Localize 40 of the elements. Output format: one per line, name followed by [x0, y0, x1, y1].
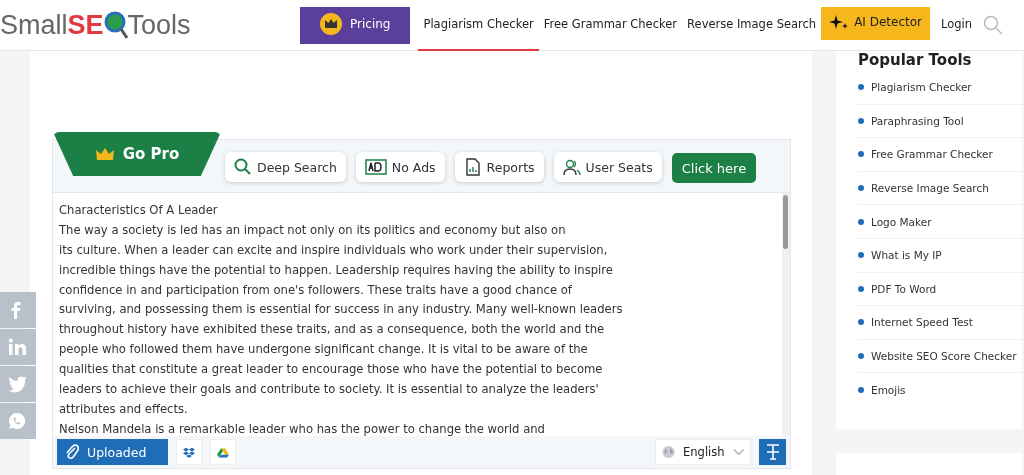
nav-link[interactable]: Free Grammar Checker — [538, 0, 683, 51]
logo-text[interactable]: SE — [67, 9, 104, 41]
logo-text[interactable]: Small — [0, 9, 68, 41]
text-line: surviving, and possessing them is essential for success in any industry. Many well-known leaders — [59, 301, 624, 319]
go-pro-title: Go Pro — [122, 145, 180, 163]
language-label: English — [683, 445, 725, 459]
text-line: qualities that constitute a great leader to encourage those who have the potential to become — [59, 361, 604, 379]
feature-button[interactable]: Deep Search — [225, 152, 346, 182]
sidebar-link[interactable]: Reverse Image Search — [858, 171, 1022, 206]
sidebar-link[interactable]: Free Grammar Checker — [858, 138, 1022, 172]
sidebar-link[interactable]: PDF To Word — [858, 272, 1022, 307]
text-line: attributes and effects. — [59, 400, 189, 418]
text-line: incredible things have the potential to happen. Leadership requires having the ability to inspire — [59, 261, 614, 279]
sidebar-title: Popular Tools — [858, 51, 973, 69]
sidebar-link[interactable]: Plagiarism Checker — [858, 71, 1022, 105]
feature-button[interactable]: User Seats — [553, 152, 662, 182]
text-line: The way a society is led has an impact not only on its politics and economy but also on — [59, 221, 567, 239]
text-line: Characteristics Of A Leader — [59, 202, 219, 219]
language-select[interactable]: English — [655, 439, 751, 465]
text-line: throughout history have exhibited these traits, and as a consequence, both the world and the — [59, 321, 606, 339]
sidebar-link[interactable]: Internet Speed Test — [858, 306, 1022, 340]
text-line: confidence in and participation from one's followers. These traits have a good chance of — [59, 281, 573, 299]
text-line: its culture. When a leader can excite and inspire individuals who work under their supervision, — [59, 241, 609, 259]
nav-link[interactable]: Reverse Image Search — [682, 0, 822, 51]
feature-button[interactable]: No Ads — [355, 152, 445, 182]
text-line: leaders to achieve their goals and contribute to society. It is essential to analyze the leaders' — [59, 381, 600, 398]
sidebar-link[interactable]: Emojis — [858, 373, 1022, 407]
sidebar-link[interactable]: Logo Maker — [858, 205, 1022, 239]
feature-button[interactable]: Reports — [454, 152, 544, 182]
text-line: Nelson Mandela is a remarkable leader who has the power to change the world and — [59, 420, 546, 436]
click-here-button[interactable]: Click here — [671, 153, 757, 183]
ai-detector-button[interactable]: AI Detector — [821, 6, 930, 40]
sidebar-link[interactable]: Website SEO Score Checker — [858, 339, 1022, 374]
pricing-button[interactable]: Pricing — [300, 6, 411, 44]
sidebar-link[interactable]: Paraphrasing Tool — [858, 104, 1022, 139]
logo-text[interactable]: Tools — [127, 9, 191, 41]
nav-link[interactable]: Login — [936, 0, 978, 51]
sidebar-link[interactable]: What is My IP — [858, 238, 1022, 273]
upload-button[interactable]: Uploaded — [57, 439, 168, 465]
text-line: people who followed them have undergone significant change. It is vital to be aware of the — [59, 341, 589, 359]
